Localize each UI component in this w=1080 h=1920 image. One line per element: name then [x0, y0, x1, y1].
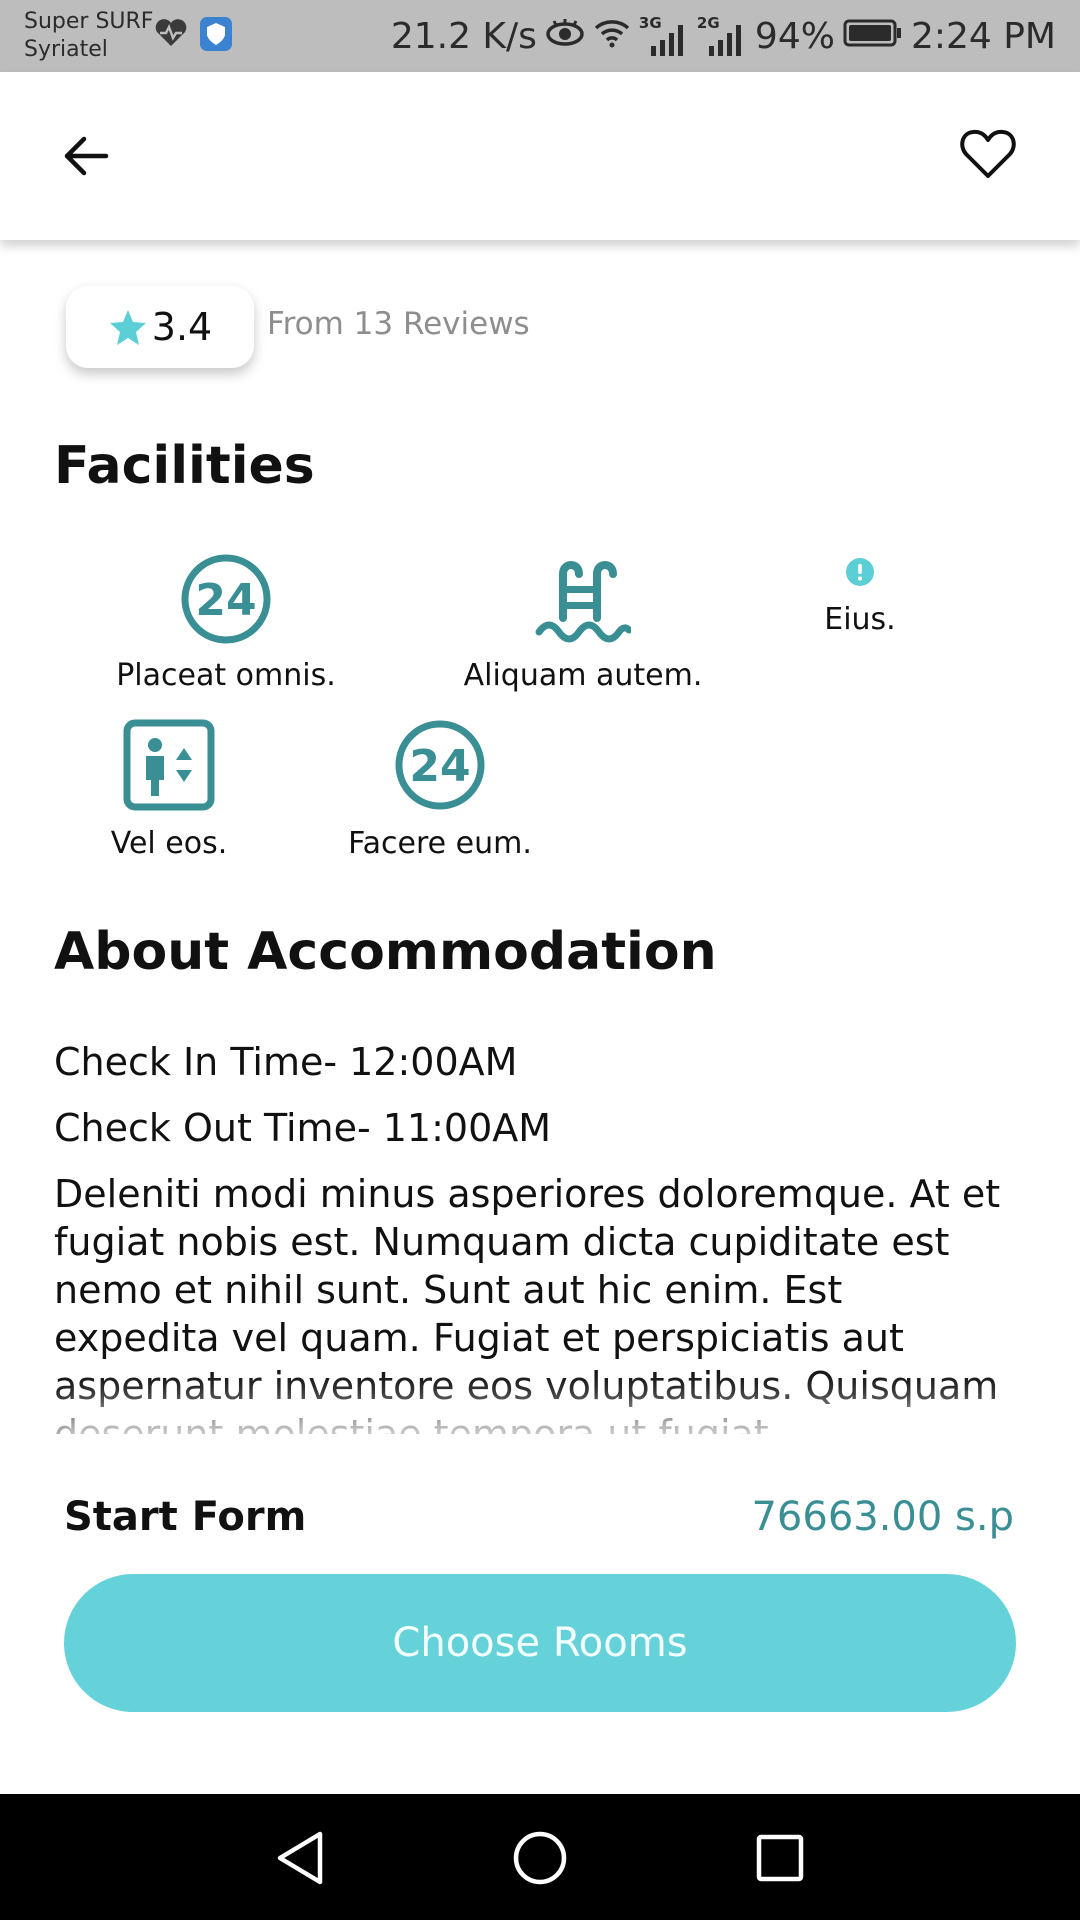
status-right: 21.2 K/s 3G 2G 94% 2:24 PM: [391, 14, 1056, 58]
battery-icon: [843, 16, 903, 57]
price-value: 76663.00 s.p: [751, 1494, 1014, 1540]
status-bar: Super SURF Syriatel 21.2 K/s 3G 2G 94% 2…: [0, 0, 1080, 72]
nav-home-button[interactable]: [510, 1828, 570, 1892]
pool-icon: [535, 561, 633, 643]
shield-icon: [199, 16, 233, 56]
signal-2g-icon: 2G: [697, 14, 747, 56]
24-hours-icon: 24: [181, 554, 271, 644]
rating-value: 3.4: [151, 305, 213, 349]
app-bar: [0, 72, 1080, 240]
square-recents-icon: [756, 1834, 804, 1882]
facility-item: Aliquam autem.: [448, 552, 718, 693]
clock: 2:24 PM: [910, 15, 1056, 57]
svg-text:24: 24: [409, 741, 470, 792]
circle-home-icon: [513, 1831, 567, 1885]
facility-label: Facere eum.: [348, 826, 532, 861]
accommodation-description: Deleniti modi minus asperiores doloremqu…: [54, 1172, 1001, 1434]
choose-rooms-button[interactable]: Choose Rooms: [64, 1574, 1016, 1712]
facilities-title: Facilities: [54, 436, 315, 496]
check-out-time: Check Out Time- 11:00AM: [54, 1106, 552, 1150]
health-heart-icon: [154, 18, 188, 52]
battery-percent: 94%: [754, 15, 835, 57]
triangle-back-icon: [277, 1831, 323, 1885]
booking-sheet: Start Form 76663.00 s.p Choose Rooms: [0, 1434, 1080, 1794]
facility-label: Eius.: [824, 602, 896, 637]
start-from-label: Start Form: [64, 1494, 307, 1540]
facility-label: Vel eos.: [110, 826, 228, 861]
nav-recents-button[interactable]: [752, 1828, 808, 1892]
facility-label: Placeat omnis.: [116, 658, 336, 693]
facility-item: Vel eos.: [86, 718, 252, 861]
reviews-count: From 13 Reviews: [267, 306, 530, 342]
facility-item: 24 Placeat omnis.: [96, 552, 356, 693]
nav-back-button[interactable]: [272, 1828, 328, 1892]
network-speed: 21.2 K/s: [390, 15, 537, 57]
check-in-time: Check In Time- 12:00AM: [54, 1040, 518, 1084]
signal-3g-icon: 3G: [639, 14, 689, 56]
favorite-button[interactable]: [958, 124, 1018, 184]
carrier-operator: Syriatel: [24, 37, 108, 62]
elevator-icon: [123, 719, 215, 811]
eye-icon: [545, 16, 585, 57]
svg-text:24: 24: [195, 575, 256, 626]
back-button[interactable]: [58, 128, 114, 184]
info-dot-icon: [846, 558, 874, 586]
heart-outline-icon: [960, 129, 1016, 178]
facility-label: Aliquam autem.: [463, 658, 703, 693]
wifi-icon: [593, 16, 631, 57]
star-icon: [109, 310, 146, 345]
about-title: About Accommodation: [54, 922, 717, 982]
system-nav-bar: [0, 1794, 1080, 1920]
carrier-name: Super SURF: [24, 9, 154, 34]
carrier-info: Super SURF Syriatel: [24, 8, 153, 64]
arrow-left-icon: [64, 136, 109, 176]
24-hours-icon: 24: [395, 720, 485, 810]
facility-item: 24 Facere eum.: [320, 718, 560, 861]
rating-badge: 3.4: [66, 286, 254, 368]
facility-item: Eius.: [800, 556, 920, 637]
